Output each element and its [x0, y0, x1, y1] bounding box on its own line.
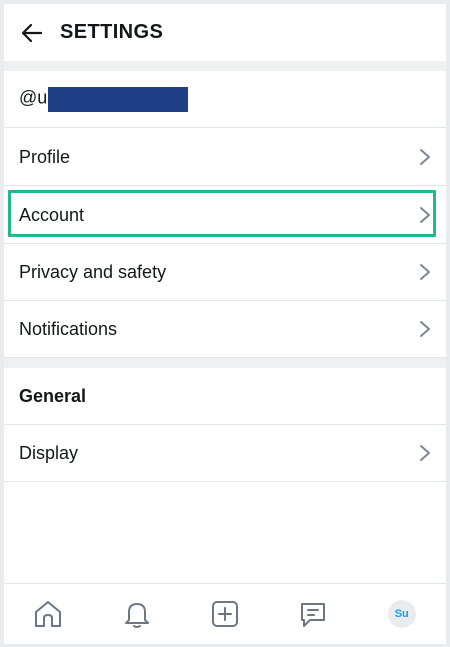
nav-notifications[interactable] [115, 592, 159, 636]
arrow-left-icon [21, 23, 43, 42]
top-bar: SETTINGS [4, 4, 446, 61]
chevron-right-icon [418, 148, 432, 166]
user-handle: @u [19, 87, 48, 108]
home-icon [35, 601, 62, 627]
user-handle-row: @u [4, 71, 446, 128]
compose-icon [211, 601, 238, 627]
menu-item-label: Notifications [19, 318, 118, 339]
chevron-right-icon [418, 320, 432, 338]
nav-profile[interactable]: Su [380, 592, 424, 636]
menu-item-account[interactable]: Account [4, 187, 446, 244]
page-title: SETTINGS [60, 21, 164, 43]
section-heading-general: General [4, 368, 446, 425]
redacted-handle [48, 86, 189, 112]
menu-item-label: Display [19, 442, 79, 463]
menu-item-privacy[interactable]: Privacy and safety [4, 244, 446, 301]
menu-item-label: Profile [19, 146, 71, 167]
bottom-navigation: Su [4, 583, 446, 644]
back-button[interactable] [4, 4, 60, 61]
section-divider [4, 358, 446, 368]
menu-item-label: Account [19, 204, 85, 225]
chevron-right-icon [418, 444, 432, 462]
bell-icon [124, 603, 149, 628]
avatar: Su [387, 600, 416, 628]
nav-home[interactable] [26, 592, 70, 636]
menu-item-profile[interactable]: Profile [4, 129, 446, 186]
menu-item-label: Privacy and safety [19, 261, 167, 282]
menu-item-notifications[interactable]: Notifications [4, 301, 446, 358]
messages-icon [301, 603, 326, 627]
chevron-right-icon [418, 263, 432, 281]
nav-compose[interactable] [203, 592, 247, 636]
section-divider [4, 61, 446, 71]
section-heading: General [19, 385, 87, 406]
settings-screen: SETTINGS @u Profile Account Privacy and … [4, 4, 446, 644]
nav-messages[interactable] [291, 592, 335, 636]
chevron-right-icon [418, 206, 432, 224]
menu-item-display[interactable]: Display [4, 425, 446, 482]
